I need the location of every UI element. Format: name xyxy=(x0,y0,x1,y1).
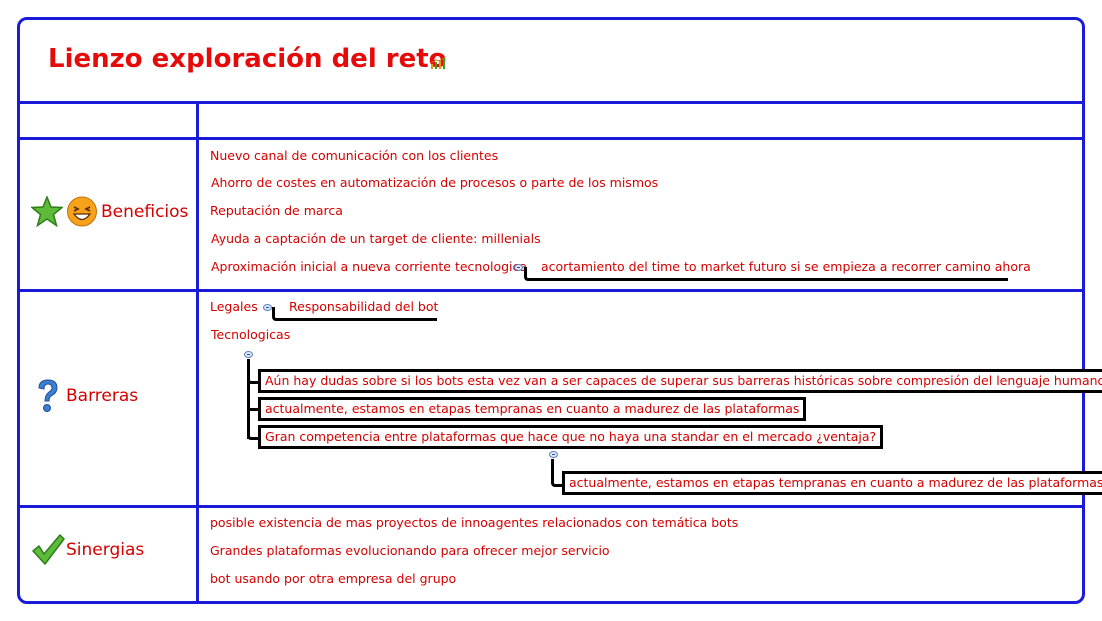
barrera-item[interactable]: Tecnologicas xyxy=(211,327,290,343)
barrera-tec-subsubitem[interactable]: actualmente, estamos en etapas tempranas… xyxy=(562,471,1102,495)
sinergia-item[interactable]: Grandes plataformas evolucionando para o… xyxy=(210,543,610,559)
sinergia-item[interactable]: bot usando por otra empresa del grupo xyxy=(210,571,456,587)
question-mark-icon xyxy=(38,379,58,412)
topic-underline xyxy=(278,318,437,321)
row-divider xyxy=(17,101,1085,104)
page-title: Lienzo exploración del reto xyxy=(48,44,447,74)
row-divider xyxy=(17,505,1085,508)
collapse-toggle[interactable] xyxy=(244,351,253,358)
column-divider xyxy=(196,101,199,604)
barrera-item[interactable]: Legales xyxy=(210,299,258,315)
row-divider xyxy=(17,137,1085,140)
category-beneficios[interactable]: Beneficios xyxy=(101,202,188,222)
row-divider xyxy=(17,289,1085,292)
category-barreras[interactable]: Barreras xyxy=(66,386,138,406)
beneficio-item[interactable]: Ayuda a captación de un target de client… xyxy=(211,231,541,247)
beneficio-item[interactable]: Ahorro de costes en automatización de pr… xyxy=(211,175,658,191)
laughing-face-icon xyxy=(67,196,97,227)
collapse-toggle[interactable] xyxy=(514,264,523,271)
beneficio-item[interactable]: Aproximación inicial a nueva corriente t… xyxy=(211,259,527,275)
checkmark-icon xyxy=(32,534,65,565)
sinergia-item[interactable]: posible existencia de mas proyectos de i… xyxy=(210,515,738,531)
beneficio-subitem[interactable]: acortamiento del time to market futuro s… xyxy=(541,259,1031,275)
topic-underline xyxy=(530,278,1008,281)
category-sinergias[interactable]: Sinergias xyxy=(66,540,144,560)
barrera-tec-subitem[interactable]: Aún hay dudas sobre si los bots esta vez… xyxy=(258,369,1102,393)
barrera-tec-subitem[interactable]: actualmente, estamos en etapas tempranas… xyxy=(258,397,807,421)
barrera-subitem[interactable]: Responsabilidad del bot xyxy=(289,299,438,315)
chart-icon xyxy=(430,57,446,69)
beneficio-item[interactable]: Nuevo canal de comunicación con los clie… xyxy=(210,148,498,164)
star-icon xyxy=(31,196,63,227)
barrera-tec-subitem[interactable]: Gran competencia entre plataformas que h… xyxy=(258,425,884,449)
beneficio-item[interactable]: Reputación de marca xyxy=(210,203,343,219)
collapse-toggle[interactable] xyxy=(549,451,558,458)
collapse-toggle[interactable] xyxy=(263,304,272,311)
